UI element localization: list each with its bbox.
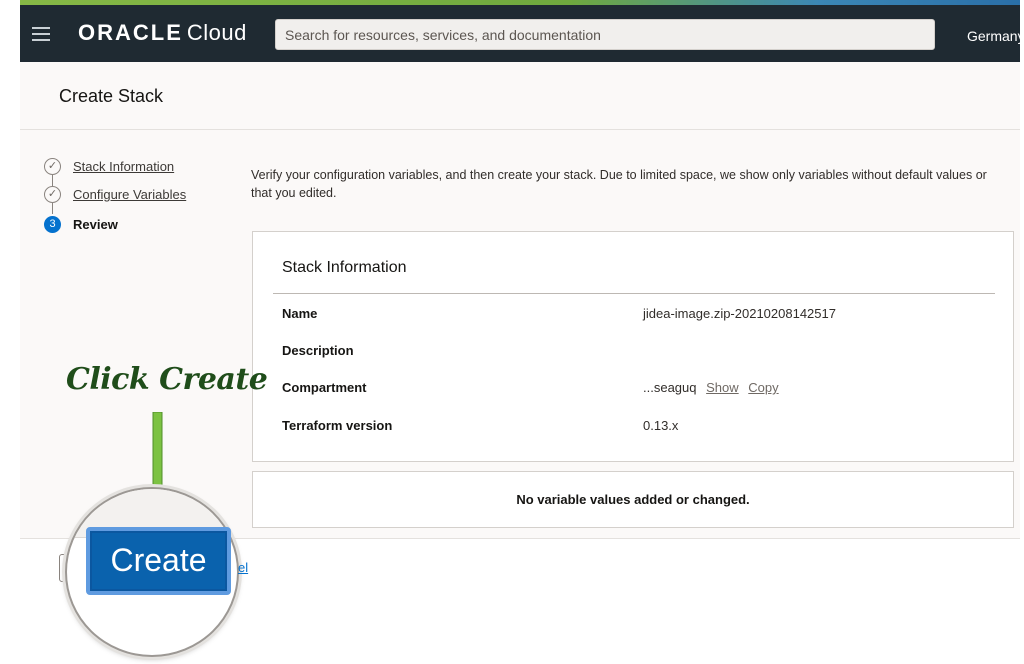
- step-connector: [52, 203, 53, 214]
- stack-information-card: Stack Information Name jidea-image.zip-2…: [252, 231, 1014, 462]
- top-navigation-bar: ORACLECloud Germany: [20, 5, 1020, 62]
- info-key: Description: [282, 343, 354, 358]
- info-row-name: Name jidea-image.zip-20210208142517: [282, 306, 982, 324]
- check-icon: ✓: [44, 158, 61, 175]
- step-label[interactable]: Stack Information: [73, 159, 174, 174]
- step-number-badge: 3: [44, 216, 61, 233]
- step-label: Review: [73, 217, 118, 232]
- logo-product: Cloud: [186, 20, 247, 45]
- card-heading: Stack Information: [282, 259, 407, 276]
- info-key: Name: [282, 306, 318, 321]
- copy-link[interactable]: Copy: [748, 380, 778, 395]
- page-title: Create Stack: [59, 86, 164, 106]
- info-row-terraform-version: Terraform version 0.13.x: [282, 418, 982, 436]
- info-key: Compartment: [282, 380, 367, 395]
- info-value: 0.13.x: [643, 418, 679, 433]
- info-key: Terraform version: [282, 418, 393, 433]
- review-instructions: Verify your configuration variables, and…: [251, 168, 987, 200]
- search-box[interactable]: [275, 19, 935, 50]
- no-variables-message: No variable values added or changed.: [516, 492, 750, 507]
- create-button[interactable]: Create: [86, 527, 231, 595]
- cancel-link-magnified[interactable]: el: [238, 560, 248, 575]
- divider: [273, 293, 995, 294]
- page-header: Create Stack: [20, 62, 1020, 130]
- oracle-cloud-logo[interactable]: ORACLE Cloud: [78, 20, 247, 46]
- annotation-text: Click Create: [66, 362, 268, 397]
- info-row-compartment: Compartment ...seaguq Show Copy: [282, 380, 982, 398]
- region-selector[interactable]: Germany: [967, 28, 1020, 44]
- variables-card: No variable values added or changed.: [252, 471, 1014, 528]
- step-connector: [52, 175, 53, 186]
- show-link[interactable]: Show: [706, 380, 739, 395]
- search-input[interactable]: [276, 20, 934, 49]
- info-row-description: Description: [282, 343, 982, 361]
- info-value-group: ...seaguq Show Copy: [643, 380, 779, 395]
- info-value: ...seaguq: [643, 380, 697, 395]
- info-value: jidea-image.zip-20210208142517: [643, 306, 836, 321]
- menu-icon[interactable]: [32, 27, 50, 41]
- step-label[interactable]: Configure Variables: [73, 187, 186, 202]
- check-icon: ✓: [44, 186, 61, 203]
- logo-brand: ORACLE: [78, 20, 183, 45]
